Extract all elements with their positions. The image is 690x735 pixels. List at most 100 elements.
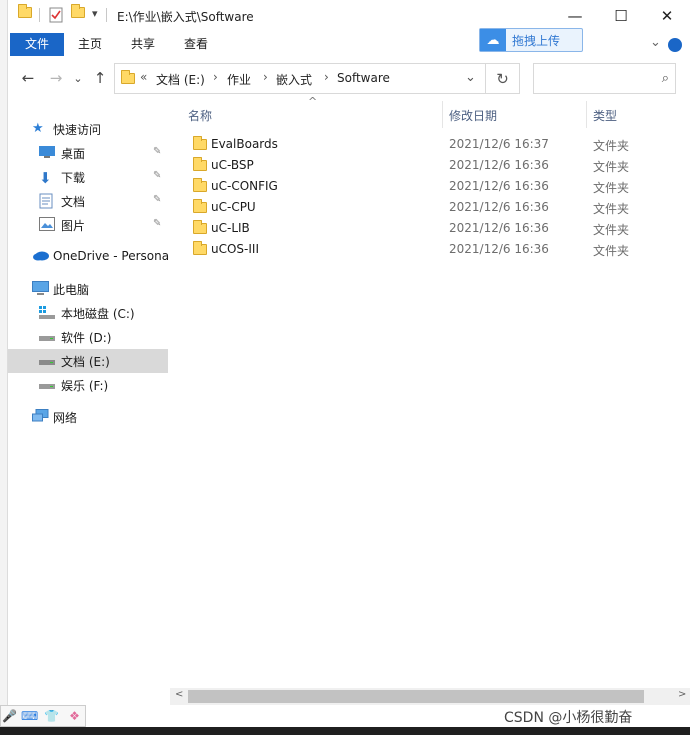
breadcrumb-separator[interactable]: › [213,70,218,84]
nav-documents[interactable]: 文档 ✎ [8,189,168,213]
folder-icon [18,4,32,23]
background-window-strip [0,0,8,735]
address-dropdown-icon[interactable]: ⌄ [465,70,476,85]
file-row[interactable]: uCOS-III 2021/12/6 16:36 文件夹 [184,239,664,260]
file-type: 文件夹 [593,223,630,237]
address-folder-icon [121,70,135,87]
ribbon-tabs: 文件 主页 共享 查看 ⌄ [8,31,690,58]
tab-view[interactable]: 查看 [178,33,214,56]
nav-drive-d[interactable]: 软件 (D:) [8,325,168,349]
scroll-right-icon[interactable]: > [678,689,686,700]
scrollbar-thumb[interactable] [188,690,644,703]
pictures-icon [39,217,55,233]
search-icon: ⌕ [661,71,669,86]
nav-label: 娱乐 (F:) [61,379,109,393]
file-row[interactable]: uC-BSP 2021/12/6 16:36 文件夹 [184,155,664,176]
cloud-upload-button[interactable]: ☁ 拖拽上传 [479,28,583,52]
nav-label: OneDrive - Persona [53,249,170,263]
explorer-screenshot: ▾ E:\作业\嵌入式\Software — ☐ ✕ 文件 主页 共享 查看 ⌄… [0,0,690,735]
pin-icon[interactable]: ✎ [153,146,161,157]
nav-quick-access[interactable]: ★ 快速访问 [8,117,168,141]
back-button[interactable]: ← [18,68,38,88]
star-icon: ★ [32,121,44,136]
column-header-name[interactable]: 名称 [188,107,212,124]
file-date: 2021/12/6 16:37 [449,137,549,151]
folder-icon [193,136,207,153]
nav-network[interactable]: 网络 [8,405,168,429]
pin-icon[interactable]: ✎ [153,218,161,229]
file-row[interactable]: uC-LIB 2021/12/6 16:36 文件夹 [184,218,664,239]
watermark: CSDN @小杨很勤奋 [504,710,633,726]
tab-file[interactable]: 文件 [10,33,64,56]
address-overflow[interactable]: « [140,70,147,84]
keyboard-icon[interactable]: ⌨ [21,709,38,724]
file-row[interactable]: uC-CONFIG 2021/12/6 16:36 文件夹 [184,176,664,197]
nav-this-pc[interactable]: 此电脑 [8,277,168,301]
breadcrumb-embedded[interactable]: 嵌入式 [276,71,312,88]
quick-access-dropdown-icon[interactable]: ▾ [92,7,98,20]
new-folder-icon[interactable] [71,4,85,23]
folder-icon [193,178,207,195]
breadcrumb-software[interactable]: Software [337,71,390,85]
pin-icon[interactable]: ✎ [153,194,161,205]
tab-share[interactable]: 共享 [125,33,161,56]
file-name: uC-CONFIG [211,179,278,193]
pin-icon[interactable]: ✎ [153,170,161,181]
scroll-left-icon[interactable]: < [175,689,183,700]
help-icon[interactable] [668,38,682,52]
divider [39,8,40,22]
properties-icon[interactable] [49,7,63,23]
column-header-type[interactable]: 类型 [593,107,617,124]
skin-icon[interactable]: 👕 [44,709,59,724]
apps-icon[interactable]: ❖ [67,709,82,724]
file-row[interactable]: EvalBoards 2021/12/6 16:37 文件夹 [184,134,664,155]
breadcrumb-separator[interactable]: › [263,70,268,84]
sort-indicator-icon: ^ [308,95,318,108]
ime-toolbar: 🎤 ⌨ 👕 ❖ [0,705,86,727]
file-type: 文件夹 [593,139,630,153]
nav-pictures[interactable]: 图片 ✎ [8,213,168,237]
forward-button[interactable]: → [46,68,66,88]
close-button[interactable]: ✕ [644,0,690,31]
folder-icon [193,157,207,174]
up-button[interactable]: ↑ [90,68,110,88]
nav-drive-e[interactable]: 文档 (E:) [8,349,168,373]
folder-icon [193,241,207,258]
nav-drive-c[interactable]: 本地磁盘 (C:) [8,301,168,325]
recent-locations-button[interactable]: ⌄ [68,68,88,88]
drive-icon [39,329,55,345]
breadcrumb-homework[interactable]: 作业 [227,71,251,88]
nav-label: 此电脑 [53,283,90,297]
nav-label: 桌面 [61,147,86,161]
divider [106,8,107,22]
maximize-button[interactable]: ☐ [598,0,644,31]
file-date: 2021/12/6 16:36 [449,179,549,193]
minimize-button[interactable]: — [552,0,598,31]
nav-desktop[interactable]: 桌面 ✎ [8,141,168,165]
drive-icon [39,377,55,393]
refresh-button[interactable]: ↻ [486,63,520,94]
bottom-strip: 🎤 ⌨ 👕 ❖ CSDN @小杨很勤奋 [0,705,690,727]
tab-home[interactable]: 主页 [72,33,108,56]
horizontal-scrollbar[interactable]: < > [170,688,690,705]
address-bar[interactable]: « 文档 (E:) › 作业 › 嵌入式 › Software ⌄ [114,63,486,94]
column-header-date[interactable]: 修改日期 [449,107,497,124]
breadcrumb-separator[interactable]: › [324,70,329,84]
file-date: 2021/12/6 16:36 [449,158,549,172]
nav-onedrive[interactable]: OneDrive - Persona [8,245,170,269]
file-type: 文件夹 [593,244,630,258]
ribbon-expand-icon[interactable]: ⌄ [650,35,661,50]
file-name: uC-CPU [211,200,256,214]
search-input[interactable]: ⌕ [533,63,676,94]
nav-label: 图片 [61,219,86,233]
nav-drive-f[interactable]: 娱乐 (F:) [8,373,168,397]
microphone-icon[interactable]: 🎤 [2,709,17,724]
network-icon [32,409,49,425]
nav-downloads[interactable]: ⬇ 下载 ✎ [8,165,168,189]
column-divider[interactable] [586,101,587,128]
nav-label: 网络 [53,411,78,425]
file-row[interactable]: uC-CPU 2021/12/6 16:36 文件夹 [184,197,664,218]
breadcrumb-drive[interactable]: 文档 (E:) [156,71,205,88]
file-date: 2021/12/6 16:36 [449,242,549,256]
column-divider[interactable] [442,101,443,128]
